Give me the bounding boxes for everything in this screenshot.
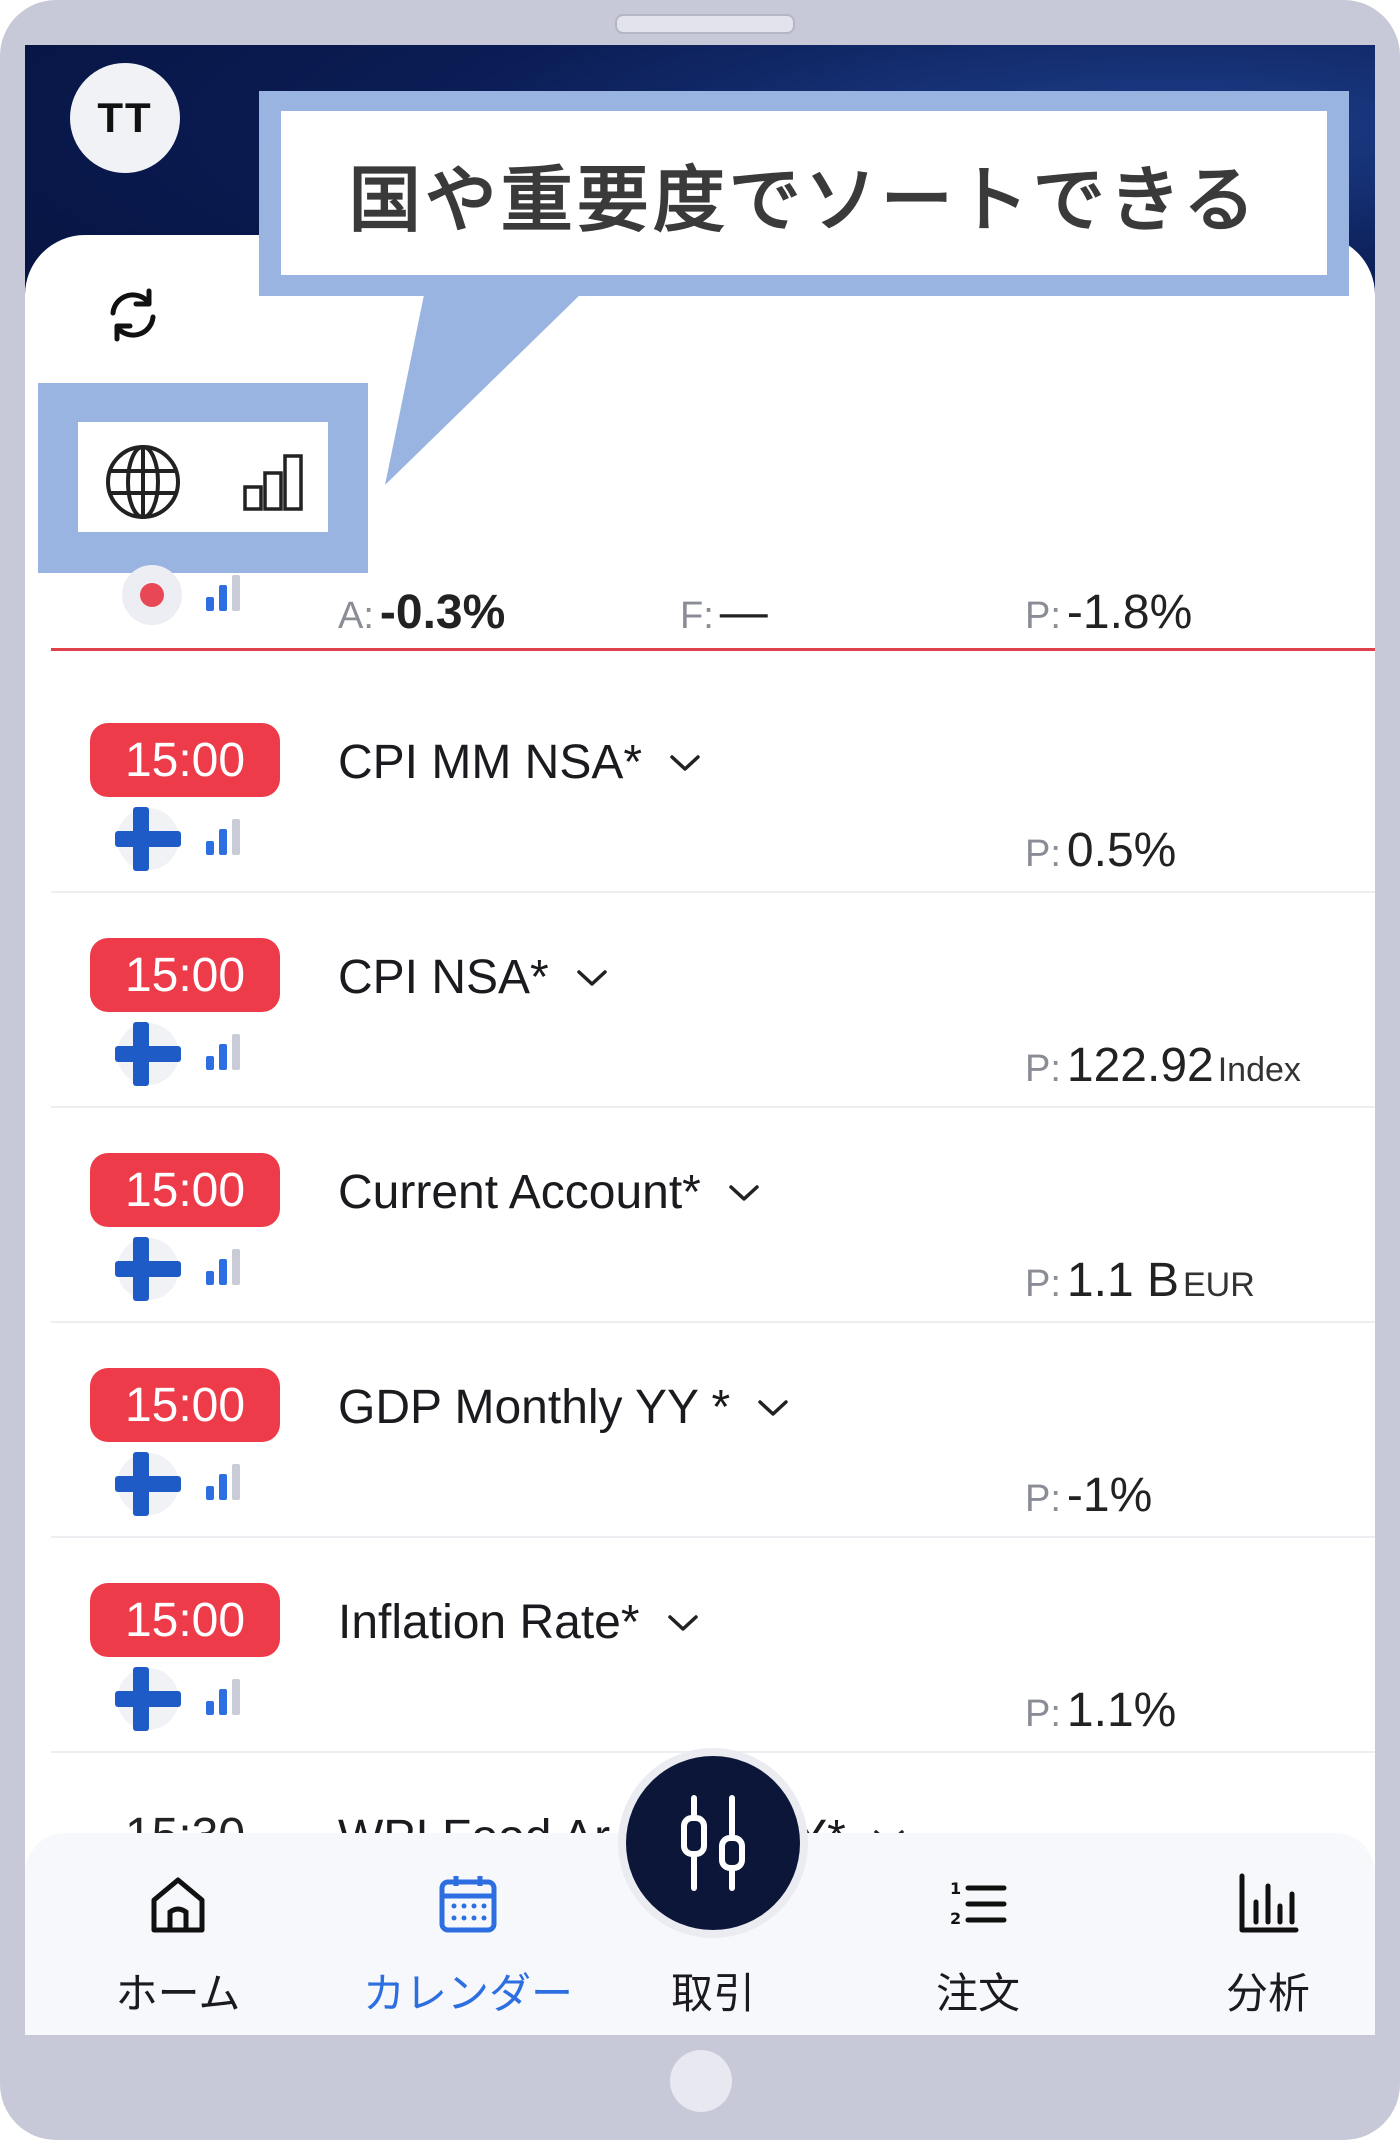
row-divider — [51, 1536, 1375, 1538]
event-name-text: CPI NSA* — [338, 951, 549, 1004]
actual-value: A: -0.3% — [338, 586, 506, 639]
bar-chart-icon[interactable] — [243, 453, 305, 511]
app-screen: TT 国や重要度でソートできる A: -0.3% F: — P: -1.8% 1… — [25, 45, 1375, 2035]
event-name-text: Current Account* — [338, 1166, 701, 1219]
device-frame: TT 国や重要度でソートできる A: -0.3% F: — P: -1.8% 1… — [0, 0, 1400, 2140]
finland-flag-icon — [115, 1022, 181, 1086]
refresh-icon[interactable] — [103, 285, 163, 345]
callout-pointer — [385, 290, 585, 485]
row-divider — [51, 1106, 1375, 1108]
event-name[interactable]: CPI NSA* — [338, 950, 609, 1005]
finland-flag-icon — [115, 1237, 181, 1301]
nav-analysis-label: 分析 — [1225, 1970, 1310, 2017]
forecast-value: F: — — [680, 586, 768, 639]
previous-value: P: 1.1% — [1025, 1684, 1177, 1737]
importance-icon — [206, 1034, 240, 1070]
event-name[interactable]: CPI MM NSA* — [338, 735, 702, 790]
importance-icon — [206, 1249, 240, 1285]
nav-orders-label: 注文 — [935, 1970, 1020, 2017]
chevron-down-icon[interactable] — [727, 1183, 761, 1203]
trade-button[interactable] — [618, 1748, 808, 1938]
event-name-text: GDP Monthly YY * — [338, 1381, 731, 1434]
device-home-button[interactable] — [670, 2050, 732, 2112]
nav-home[interactable]: ホーム — [68, 1860, 288, 2017]
previous-value: P: -1.8% — [1025, 586, 1193, 639]
callout-text: 国や重要度でソートできる — [281, 111, 1327, 275]
event-time: 15:00 — [90, 1153, 280, 1227]
finland-flag-icon — [115, 1667, 181, 1731]
importance-icon — [206, 575, 240, 611]
previous-value: P: 1.1 B EUR — [1025, 1254, 1255, 1307]
nav-orders[interactable]: 1 2 注文 — [868, 1860, 1088, 2017]
importance-icon — [206, 1679, 240, 1715]
event-time: 15:00 — [90, 1368, 280, 1442]
chevron-down-icon[interactable] — [668, 753, 702, 773]
row-divider — [51, 891, 1375, 893]
event-time: 15:00 — [90, 938, 280, 1012]
event-name-text: Inflation Rate* — [338, 1596, 640, 1649]
event-time: 15:00 — [90, 723, 280, 797]
finland-flag-icon — [115, 1452, 181, 1516]
row-divider — [51, 1321, 1375, 1323]
importance-icon — [206, 1464, 240, 1500]
svg-text:1: 1 — [950, 1879, 961, 1898]
home-icon — [151, 1877, 205, 1933]
current-time-line — [51, 648, 1375, 651]
chevron-down-icon[interactable] — [575, 968, 609, 988]
chevron-down-icon[interactable] — [666, 1613, 700, 1633]
importance-icon — [206, 819, 240, 855]
nav-analysis[interactable]: 分析 — [1158, 1860, 1375, 2017]
calendar-icon — [439, 1876, 497, 1933]
event-name[interactable]: GDP Monthly YY * — [338, 1380, 790, 1435]
avatar[interactable]: TT — [70, 63, 180, 173]
nav-calendar-label: カレンダー — [362, 1970, 573, 2017]
device-speaker — [615, 14, 795, 34]
analysis-chart-icon — [1239, 1873, 1299, 1933]
event-name[interactable]: Current Account* — [338, 1165, 761, 1220]
globe-icon[interactable] — [104, 443, 182, 521]
nav-calendar[interactable]: カレンダー — [358, 1860, 578, 2017]
chevron-down-icon[interactable] — [756, 1398, 790, 1418]
previous-value: P: 122.92 Index — [1025, 1039, 1301, 1092]
event-name[interactable]: Inflation Rate* — [338, 1595, 700, 1650]
svg-text:2: 2 — [950, 1909, 961, 1928]
candlestick-icon — [681, 1795, 745, 1891]
live-indicator — [122, 565, 182, 625]
ordered-list-icon: 1 2 — [950, 1879, 1007, 1928]
event-time: 15:00 — [90, 1583, 280, 1657]
event-name-text: CPI MM NSA* — [338, 736, 643, 789]
finland-flag-icon — [115, 807, 181, 871]
nav-home-label: ホーム — [115, 1970, 241, 2017]
nav-trade-label: 取引 — [670, 1970, 755, 2017]
previous-value: P: -1% — [1025, 1469, 1153, 1522]
previous-value: P: 0.5% — [1025, 824, 1177, 877]
